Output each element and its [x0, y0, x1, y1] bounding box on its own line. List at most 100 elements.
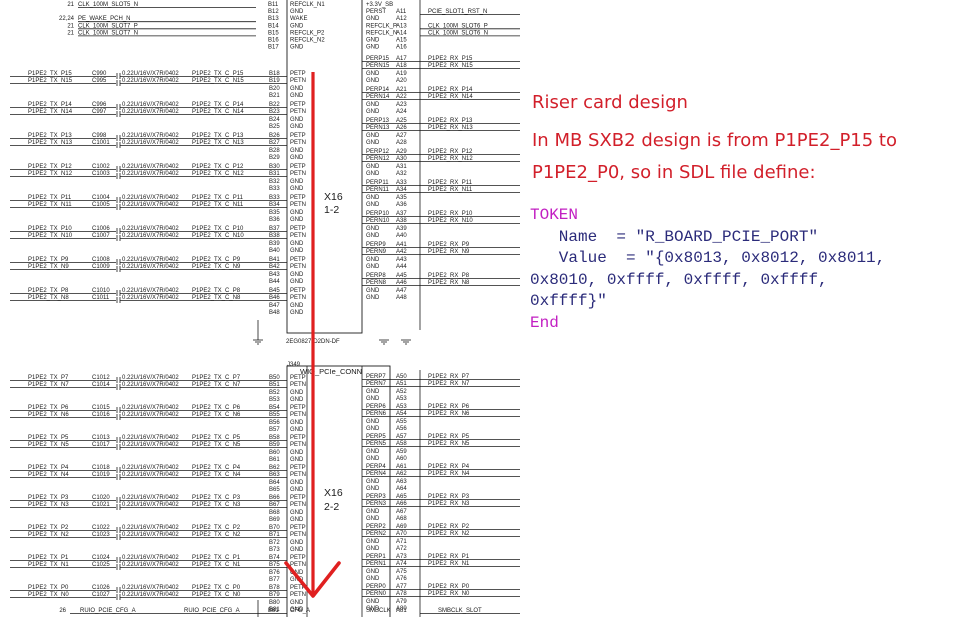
- pin-number: B74: [269, 555, 280, 561]
- pin-signal: GND: [290, 86, 304, 92]
- tx-c-p-net: P1PE2_TX_C_P10: [192, 226, 244, 232]
- tx-c-p-net: P1PE2_TX_C_P9: [192, 257, 241, 263]
- tx-c-n-net: P1PE2_TX_C_N11: [192, 202, 244, 208]
- pin-signal: GND: [290, 517, 304, 523]
- tx-c-n-net: P1PE2_TX_C_N8: [192, 295, 241, 301]
- pin-signal: PETP: [290, 226, 306, 232]
- pin-number-right: A15: [396, 38, 407, 44]
- pin-number: B37: [269, 226, 280, 232]
- pin-number: B71: [269, 532, 280, 538]
- pin-number-right: A19: [396, 71, 407, 77]
- pin-signal: GND: [290, 23, 304, 29]
- pin-number: B20: [269, 86, 280, 92]
- pin-signal-right: GND: [366, 516, 380, 522]
- capacitor-ref: C1020: [92, 495, 110, 501]
- capacitor-ref: C1002: [92, 164, 110, 170]
- pin-signal: PETN: [290, 412, 306, 418]
- pin-signal: GND: [290, 310, 304, 316]
- x16-label-1-sub: 1-2: [324, 204, 339, 216]
- pin-number-right: A48: [396, 295, 407, 301]
- pin-number-right: A72: [396, 546, 407, 552]
- capacitor-ref: C1005: [92, 202, 110, 208]
- pin-signal: GND: [290, 45, 304, 51]
- pin-signal: PETN: [290, 472, 306, 478]
- pin-number-right: A16: [396, 45, 407, 51]
- code-end-keyword: End: [530, 313, 559, 332]
- pin-number: B26: [269, 133, 280, 139]
- tx-c-n-net: P1PE2_TX_C_N5: [192, 442, 241, 448]
- pin-number-right: A60: [396, 456, 407, 462]
- x16-label-2: X16: [324, 487, 343, 499]
- pin-signal: GND: [290, 390, 304, 396]
- pin-number: B16: [268, 38, 279, 44]
- net-ref-number: 21: [67, 2, 74, 8]
- pin-number-right: A52: [396, 389, 407, 395]
- pin-number: B42: [269, 264, 280, 270]
- pin-signal: GND: [290, 272, 304, 278]
- tx-c-n-net: P1PE2_TX_C_N13: [192, 140, 244, 146]
- code-value-continuation-1: 0x8010, 0xffff, 0xffff, 0xffff,: [530, 270, 828, 289]
- pin-number: B66: [269, 495, 280, 501]
- pin-number: B81: [268, 608, 279, 614]
- pin-signal: GND: [290, 420, 304, 426]
- sdl-code-block: TOKEN Name = "R_BOARD_PCIE_PORT" Value =…: [530, 205, 885, 334]
- pin-number-right: A36: [396, 202, 407, 208]
- pin-number: B35: [269, 210, 280, 216]
- pin-signal: PETN: [290, 140, 306, 146]
- pin-number: B38: [269, 233, 280, 239]
- tx-c-n-net: P1PE2_TX_C_N1: [192, 562, 241, 568]
- pin-number: B50: [269, 375, 280, 381]
- tx-c-p-net: P1PE2_TX_C_P12: [192, 164, 244, 170]
- pin-signal-right: +3.3V_SB: [366, 2, 393, 8]
- pin-signal-right: GND: [366, 288, 380, 294]
- note-line-2: P1PE2_P0, so in SDL file define:: [532, 162, 816, 183]
- pin-signal: GND: [290, 480, 304, 486]
- pin-number: B21: [269, 93, 280, 99]
- pin-signal-right: GND: [366, 419, 380, 425]
- pin-signal: PETP: [290, 555, 306, 561]
- pin-signal-right: GND: [366, 569, 380, 575]
- pin-number: B64: [269, 480, 280, 486]
- pin-signal: GND: [290, 179, 304, 185]
- net-ref-number: 22,24: [59, 16, 75, 22]
- pin-signal-right: GND: [366, 426, 380, 432]
- capacitor-ref: C1022: [92, 525, 110, 531]
- pin-signal: PETP: [290, 405, 306, 411]
- pin-signal: PETP: [290, 525, 306, 531]
- pin-number-right: A40: [396, 233, 407, 239]
- pin-signal: GND: [290, 547, 304, 553]
- tx-c-p-net: P1PE2_TX_C_P1: [192, 555, 241, 561]
- pin-signal: CFG_A: [290, 608, 310, 614]
- pin-signal-right: GND: [366, 164, 380, 170]
- tx-c-p-net: P1PE2_TX_C_P3: [192, 495, 241, 501]
- tx-c-n-net: P1PE2_TX_C_N6: [192, 412, 241, 418]
- pin-number: B67: [269, 502, 280, 508]
- pin-number-right: A67: [396, 509, 407, 515]
- capacitor-ref: C1003: [92, 171, 110, 177]
- tx-c-p-net: P1PE2_TX_C_P14: [192, 102, 244, 108]
- pin-signal: GND: [290, 303, 304, 309]
- pin-number: B43: [269, 272, 280, 278]
- pin-number-right: A32: [396, 171, 407, 177]
- pin-number-right: A55: [396, 419, 407, 425]
- pin-number: B11: [268, 2, 279, 8]
- pin-number-right: A76: [396, 576, 407, 582]
- pin-signal-right: GND: [366, 509, 380, 515]
- pin-signal: GND: [290, 124, 304, 130]
- tx-c-n-net: P1PE2_TX_C_N2: [192, 532, 241, 538]
- code-name-line: Name = "R_BOARD_PCIE_PORT": [530, 227, 819, 246]
- net-ref-number: 21: [67, 23, 74, 29]
- pin-signal: WAKE: [290, 16, 307, 22]
- pin-signal-right: GND: [366, 389, 380, 395]
- pin-signal-right: GND: [366, 264, 380, 270]
- pin-number: B13: [268, 16, 279, 22]
- capacitor-ref: C1007: [92, 233, 110, 239]
- pin-signal-right: GND: [366, 539, 380, 545]
- capacitor-ref: C998: [92, 133, 107, 139]
- pin-number: B62: [269, 465, 280, 471]
- pin-signal-right: GND: [366, 195, 380, 201]
- pin-number: B68: [269, 510, 280, 516]
- pin-signal: GND: [290, 117, 304, 123]
- pin-number: B54: [269, 405, 280, 411]
- pin-signal: GND: [290, 186, 304, 192]
